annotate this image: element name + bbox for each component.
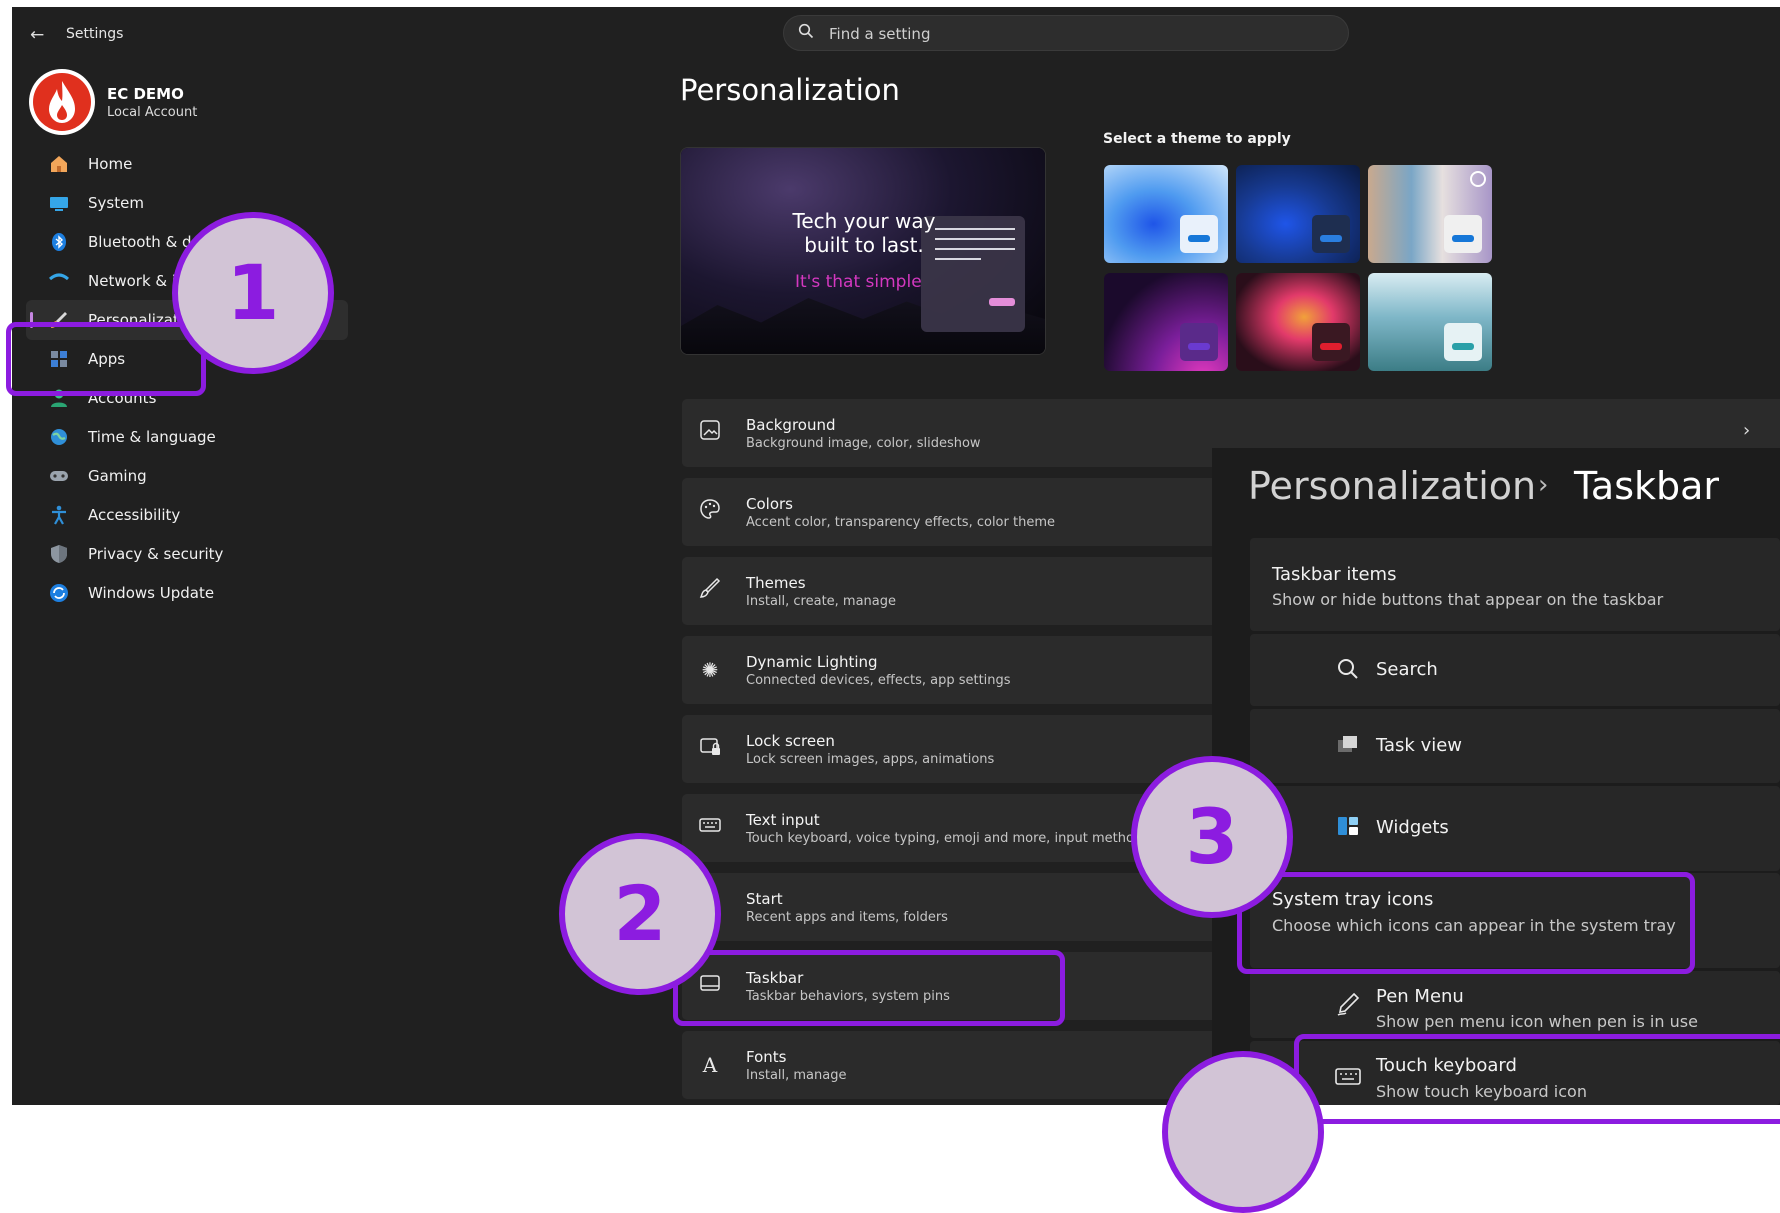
sidebar-item-label: Privacy & security <box>88 545 224 563</box>
chevron-right-icon[interactable]: › <box>1743 420 1750 441</box>
globe-clock-icon <box>48 426 70 448</box>
taskbar-item-search[interactable]: Search <box>1250 634 1780 706</box>
palette-icon <box>696 498 724 526</box>
search-icon <box>798 23 814 43</box>
sidebar-item-accessibility[interactable]: Accessibility <box>26 495 348 535</box>
back-arrow-icon[interactable]: ← <box>30 25 54 47</box>
setting-title: Fonts <box>746 1048 787 1066</box>
sidebar-item-windows-update[interactable]: Windows Update <box>26 573 348 613</box>
update-icon <box>48 582 70 604</box>
breadcrumb-current: Taskbar <box>1574 464 1720 508</box>
callout-badge-1: 1 <box>172 212 334 374</box>
sidebar-item-time-language[interactable]: Time & language <box>26 417 348 457</box>
pen-icon <box>1335 991 1361 1017</box>
app-title: Settings <box>66 26 124 42</box>
setting-title: Start <box>746 890 783 908</box>
home-icon <box>48 153 70 175</box>
sidebar-item-system[interactable]: System <box>26 183 348 223</box>
callout-badge-4 <box>1162 1051 1324 1213</box>
taskbar-item-label: Widgets <box>1376 817 1449 838</box>
highlight-taskbar <box>673 950 1065 1026</box>
setting-title: Text input <box>746 811 820 829</box>
bluetooth-icon <box>48 231 70 253</box>
themes-label: Select a theme to apply <box>1103 131 1291 147</box>
setting-subtitle: Install, create, manage <box>746 594 897 609</box>
display-icon <box>48 192 70 214</box>
theme-thumb-captured-motion[interactable] <box>1236 273 1360 371</box>
avatar[interactable] <box>29 69 95 135</box>
account-name: EC DEMO <box>107 85 184 103</box>
taskbar-item-label: Task view <box>1376 735 1463 756</box>
setting-subtitle: Connected devices, effects, app settings <box>746 673 1011 688</box>
pen-menu-title: Pen Menu <box>1376 986 1464 1007</box>
setting-title: Lock screen <box>746 732 835 750</box>
sidebar-item-label: Home <box>88 155 133 173</box>
lighting-icon: ✺ <box>701 658 719 682</box>
shield-icon <box>48 543 70 565</box>
breadcrumb-parent[interactable]: Personalization <box>1248 464 1536 508</box>
setting-subtitle: Lock screen images, apps, animations <box>746 752 995 767</box>
search-icon <box>1335 657 1361 683</box>
theme-preview: Tech your way built to last. It's that s… <box>680 147 1046 355</box>
taskbar-items-header[interactable]: Taskbar items Show or hide buttons that … <box>1250 538 1780 631</box>
brush-icon <box>696 577 724 605</box>
highlight-system-tray-icons <box>1237 872 1695 974</box>
sidebar-item-label: Accessibility <box>88 506 181 524</box>
highlight-touch-keyboard <box>1294 1034 1780 1124</box>
fonts-icon: A <box>702 1053 718 1077</box>
pen-menu-row[interactable]: Pen Menu Show pen menu icon when pen is … <box>1250 971 1780 1038</box>
sidebar-item-home[interactable]: Home <box>26 144 348 184</box>
sidebar-item-label: Windows Update <box>88 584 215 602</box>
accessibility-icon <box>48 504 70 526</box>
taskbar-items-subtitle: Show or hide buttons that appear on the … <box>1272 590 1664 609</box>
breadcrumb-separator: › <box>1538 470 1549 500</box>
taskbar-item-widgets[interactable]: Widgets <box>1250 786 1780 871</box>
gamepad-icon <box>48 465 70 487</box>
setting-subtitle: Install, manage <box>746 1068 847 1083</box>
taskbar-item-label: Search <box>1376 659 1438 680</box>
sidebar-item-label: System <box>88 194 144 212</box>
callout-badge-2: 2 <box>559 833 721 995</box>
highlight-personalization <box>6 322 206 396</box>
sidebar-item-label: Bluetooth & d <box>88 233 192 251</box>
account-type: Local Account <box>107 105 198 120</box>
setting-subtitle: Touch keyboard, voice typing, emoji and … <box>746 831 1167 846</box>
taskbar-item-task-view[interactable]: Task view <box>1250 709 1780 783</box>
page-title: Personalization <box>680 73 900 107</box>
search-placeholder: Find a setting <box>829 25 931 43</box>
task-view-icon <box>1335 733 1361 759</box>
search-box[interactable]: Find a setting <box>783 15 1349 51</box>
flame-logo-icon <box>30 70 94 134</box>
setting-subtitle: Recent apps and items, folders <box>746 910 948 925</box>
theme-thumb-glow-flowers[interactable] <box>1368 165 1492 263</box>
theme-thumb-windows-light[interactable] <box>1104 165 1228 263</box>
setting-subtitle: Background image, color, slideshow <box>746 436 981 451</box>
image-icon <box>696 419 724 447</box>
wifi-icon <box>48 270 70 292</box>
theme-thumb-windows-dark[interactable] <box>1236 165 1360 263</box>
theme-thumb-flow[interactable] <box>1368 273 1492 371</box>
lock-screen-icon <box>696 735 724 763</box>
setting-title: Themes <box>746 574 806 592</box>
slideshow-icon <box>1470 171 1486 187</box>
theme-thumb-glow[interactable] <box>1104 273 1228 371</box>
setting-title: Dynamic Lighting <box>746 653 878 671</box>
sidebar-item-label: Gaming <box>88 467 147 485</box>
taskbar-items-title: Taskbar items <box>1272 564 1397 585</box>
widgets-icon <box>1335 814 1361 840</box>
setting-title: Colors <box>746 495 793 513</box>
preview-headline: Tech your way built to last. <box>792 209 936 257</box>
sidebar-item-privacy-security[interactable]: Privacy & security <box>26 534 348 574</box>
preview-tagline: It's that simple <box>795 272 922 292</box>
callout-badge-3: 3 <box>1131 756 1293 918</box>
setting-title: Background <box>746 416 836 434</box>
setting-subtitle: Accent color, transparency effects, colo… <box>746 515 1055 530</box>
sidebar-item-label: Time & language <box>88 428 216 446</box>
pen-menu-subtitle: Show pen menu icon when pen is in use <box>1376 1012 1698 1031</box>
keyboard-icon <box>696 814 724 842</box>
sidebar-item-gaming[interactable]: Gaming <box>26 456 348 496</box>
